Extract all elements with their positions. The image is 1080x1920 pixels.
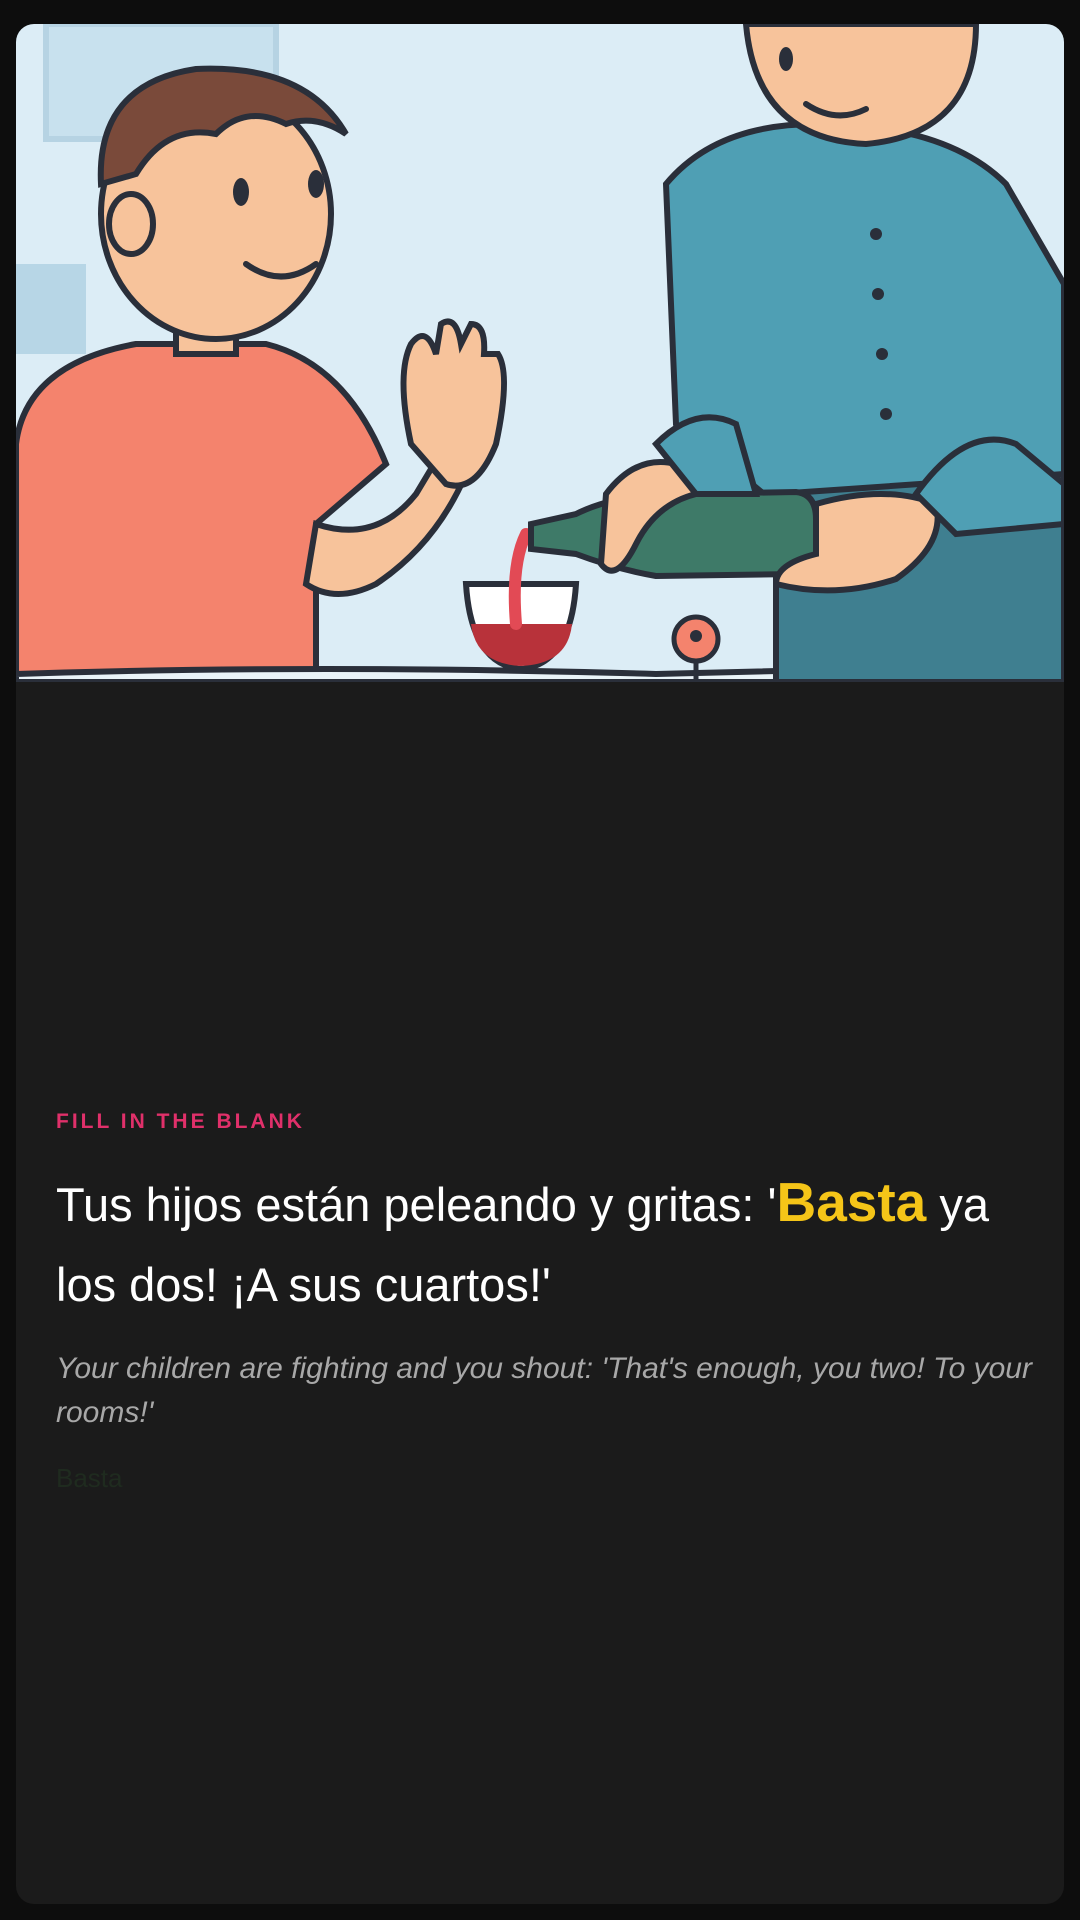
left-person-shirt: [16, 341, 390, 682]
faint-answer-text: Basta: [56, 1463, 123, 1493]
wall-panel: [16, 264, 86, 354]
shirt-button: [870, 228, 882, 240]
raised-hand: [400, 318, 507, 489]
left-person-eye: [233, 178, 249, 206]
translation-text: Your children are fighting and you shout…: [56, 1352, 1032, 1429]
shirt-button: [880, 408, 892, 420]
shirt-button: [872, 288, 884, 300]
left-person-eye: [308, 170, 324, 198]
prompt-sentence: Tus hijos están peleando y gritas: 'Bast…: [56, 1162, 1036, 1325]
left-person-ear: [106, 191, 156, 257]
scene-illustration: [16, 24, 1064, 682]
wine-in-glass: [471, 624, 572, 666]
shirt-button: [876, 348, 888, 360]
sentence-before: Tus hijos están peleando y gritas: ': [56, 1178, 777, 1231]
flower-center: [690, 630, 702, 642]
exercise-card: FILL IN THE BLANK Tus hijos están pelean…: [16, 24, 1064, 1904]
answer-word: Basta: [776, 1171, 927, 1233]
waiter-eye: [779, 47, 793, 71]
exercise-content: FILL IN THE BLANK Tus hijos están pelean…: [56, 1110, 1036, 1494]
dinner-refusal-illustration: [16, 24, 1064, 682]
exercise-type-label: FILL IN THE BLANK: [56, 1110, 305, 1133]
